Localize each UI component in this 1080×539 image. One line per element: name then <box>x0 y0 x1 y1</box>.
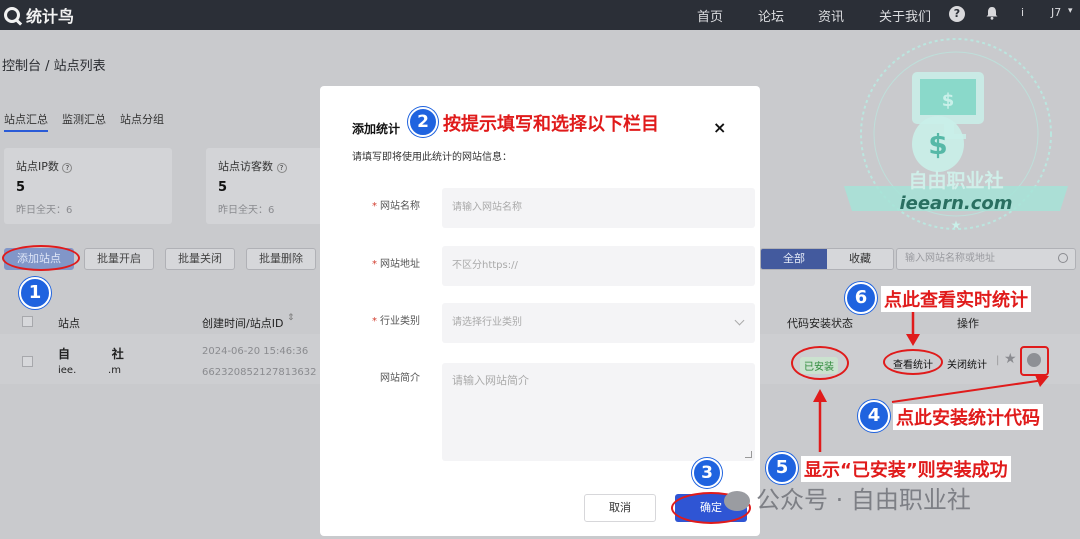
site-name: 自 社 <box>58 347 124 361</box>
app-logo[interactable]: 统计鸟 <box>4 4 74 26</box>
intro-placeholder: 请输入网站简介 <box>452 374 529 387</box>
summary-tabs: 站点汇总 监测汇总 站点分组 <box>4 111 164 132</box>
step-6-badge: 6 <box>845 282 877 314</box>
annotation-rect-install-icon <box>1020 346 1049 376</box>
nav-link-home[interactable]: 首页 <box>697 6 723 25</box>
stat-title: 站点IP数 ? <box>16 158 160 174</box>
annotation-oval-installed <box>791 346 849 380</box>
info-icon: ? <box>276 163 287 173</box>
nav-link-about[interactable]: 关于我们 <box>879 6 931 25</box>
batch-open-button[interactable]: 批量开启 <box>84 248 154 270</box>
tab-site-groups[interactable]: 站点分组 <box>120 111 164 132</box>
wechat-text: 公众号 · 自由职业社 <box>756 486 971 514</box>
action-separator: | <box>996 355 1000 366</box>
col-code-status: 代码安装状态 <box>787 317 853 330</box>
col-site: 站点 <box>58 317 80 330</box>
tab-monitor-summary[interactable]: 监测汇总 <box>62 111 106 132</box>
industry-select[interactable]: 请选择行业类别 <box>442 303 755 343</box>
site-id: 662320852127813632 <box>202 367 317 378</box>
annotation-oval-view-stats <box>883 349 943 375</box>
wechat-icon <box>724 491 750 511</box>
watermark-domain: ieearn.com <box>899 193 1013 214</box>
svg-text:$: $ <box>942 90 955 111</box>
user-caret-icon[interactable]: ▾ <box>1068 6 1073 16</box>
industry-placeholder: 请选择行业类别 <box>452 317 522 328</box>
info-icon: ? <box>62 163 73 173</box>
annotation-fill-fields: 按提示填写和选择以下栏目 <box>443 110 659 136</box>
created-date: 2024-06-20 15:46:36 <box>202 346 309 357</box>
svg-text:$: $ <box>928 128 947 161</box>
site-search-input[interactable]: 输入网站名称或地址 <box>896 248 1076 270</box>
svg-text:★: ★ <box>951 218 962 232</box>
field-label-intro: 网站简介 <box>380 373 420 384</box>
step-1-badge: 1 <box>19 277 51 309</box>
chevron-down-icon <box>734 315 745 326</box>
modal-subtitle: 请填写即将使用此统计的网站信息： <box>352 152 512 163</box>
bell-icon[interactable] <box>985 6 999 20</box>
tab-site-summary[interactable]: 站点汇总 <box>4 111 48 132</box>
help-icon[interactable]: ? <box>949 6 965 22</box>
stat-sub: 昨日全天：6 <box>16 205 73 216</box>
field-label-site-url: * 网站地址 <box>372 259 420 270</box>
step-3-badge: 3 <box>692 458 722 488</box>
annotation-oval-add-site <box>2 245 80 271</box>
logo-text: 统计鸟 <box>26 7 75 26</box>
select-all-checkbox[interactable] <box>22 316 33 327</box>
modal-close-icon[interactable]: × <box>713 118 726 137</box>
wechat-watermark: 公众号 · 自由职业社 <box>724 480 971 515</box>
stat-card-ip: 站点IP数 ? 5 昨日全天：6 <box>4 148 172 224</box>
logo-icon <box>4 7 20 23</box>
stat-value: 5 <box>16 180 26 195</box>
site-url-input[interactable]: 不区分https:// <box>442 246 755 286</box>
brand-watermark-logo: $ $ ★ <box>844 38 1068 232</box>
batch-delete-button[interactable]: 批量删除 <box>246 248 316 270</box>
close-stats-link[interactable]: 关闭统计 <box>947 356 987 371</box>
user-short[interactable]: i <box>1021 6 1024 19</box>
row-checkbox[interactable] <box>22 356 33 367</box>
modal-title: 添加统计 <box>352 122 401 136</box>
batch-close-button[interactable]: 批量关闭 <box>165 248 235 270</box>
search-placeholder: 输入网站名称或地址 <box>905 253 995 264</box>
site-domain: iee. .m <box>58 365 121 376</box>
nav-link-news[interactable]: 资讯 <box>818 6 844 25</box>
filter-all[interactable]: 全部 <box>761 249 827 269</box>
step-2-badge: 2 <box>408 107 438 137</box>
filter-toggle: 全部 收藏 <box>760 248 894 270</box>
field-label-site-name: * 网站名称 <box>372 201 420 212</box>
site-intro-textarea[interactable]: 请输入网站简介 <box>442 363 755 461</box>
annotation-install-code: 点此安装统计代码 <box>893 404 1043 430</box>
search-icon[interactable] <box>1058 253 1068 263</box>
filter-favorites[interactable]: 收藏 <box>827 249 893 269</box>
breadcrumb: 控制台 / 站点列表 <box>2 59 106 74</box>
cancel-button[interactable]: 取消 <box>584 494 656 522</box>
top-nav: 统计鸟 首页 论坛 资讯 关于我们 ? i J7 ▾ <box>0 0 1080 30</box>
resize-handle-icon[interactable] <box>745 451 752 458</box>
col-created: 创建时间/站点ID <box>202 317 284 330</box>
watermark-name: 自由职业社 <box>908 170 1004 192</box>
user-name[interactable]: J7 <box>1051 6 1061 19</box>
sort-icon[interactable]: ⇕ <box>287 313 295 323</box>
field-label-industry: * 行业类别 <box>372 316 420 327</box>
star-icon[interactable]: ★ <box>1004 351 1017 367</box>
step-4-badge: 4 <box>858 400 890 432</box>
col-actions: 操作 <box>957 317 979 330</box>
annotation-view-realtime: 点此查看实时统计 <box>881 286 1031 312</box>
site-name-input[interactable]: 请输入网站名称 <box>442 188 755 228</box>
annotation-installed-success: 显示“已安装”则安装成功 <box>801 456 1011 482</box>
nav-link-forum[interactable]: 论坛 <box>758 6 784 25</box>
